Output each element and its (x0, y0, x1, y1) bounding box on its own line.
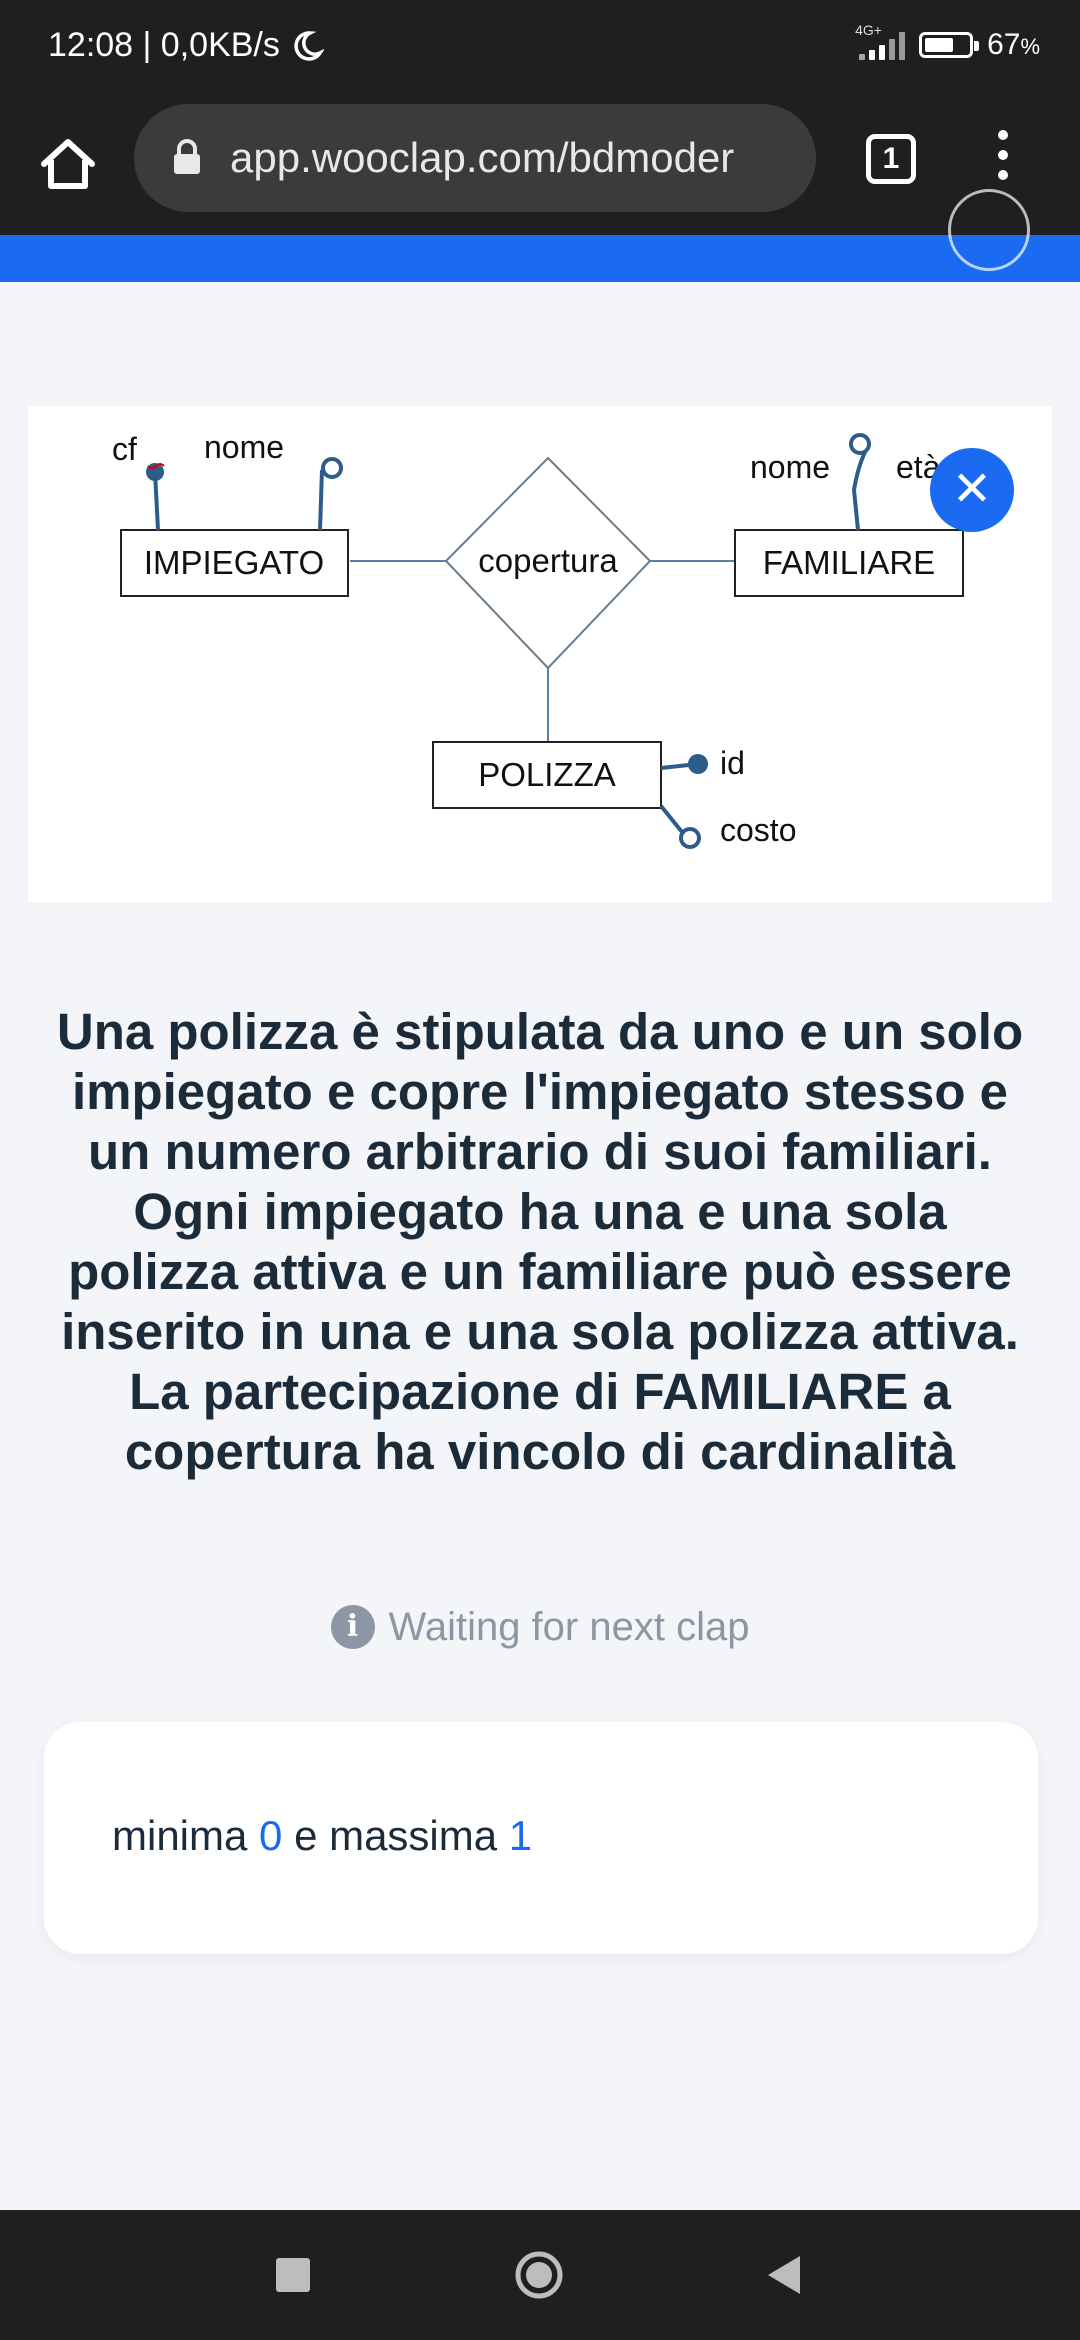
question-line: polizza attiva e un familiare può essere (68, 1243, 1012, 1300)
question-line: copertura ha vincolo di cardinalità (124, 1423, 956, 1480)
attribute-id: id (720, 745, 745, 781)
question-line: un numero arbitrario di suoi familiari. (88, 1123, 992, 1180)
tab-switcher-button[interactable]: 1 (866, 134, 916, 184)
question-line: Ogni impiegato ha una e una sola (133, 1183, 947, 1240)
question-line: impiegato e copre l'impiegato stesso e (71, 1063, 1009, 1120)
attribute-cf: cf (112, 431, 137, 467)
status-left: 12:08 | 0,0KB/s (48, 26, 324, 65)
moon-icon (294, 30, 324, 61)
attribute-costo: costo (720, 812, 796, 848)
entity-familiare-label: FAMILIARE (763, 544, 935, 581)
info-icon: i (330, 1605, 375, 1650)
question-line: inserito in una e una sola polizza attiv… (61, 1303, 1019, 1360)
status-bar: 12:08 | 0,0KB/s 4G+ 67% (0, 0, 1080, 100)
status-time: 12:08 | 0,0KB/s (48, 26, 280, 64)
app-header-strip (0, 189, 1080, 282)
signal-icon: 4G+ (855, 22, 906, 60)
question-line: Una polizza è stipulata da uno e un solo (56, 1003, 1024, 1060)
relationship-label: copertura (478, 542, 618, 579)
answer-option-card[interactable]: minima 0 e massima 1 (44, 1722, 1038, 1954)
attribute-nome-familiare: nome (750, 449, 830, 485)
battery-icon (919, 32, 980, 58)
status-right: 4G+ 67% (855, 22, 1040, 62)
question-line: La partecipazione di FAMILIARE a (129, 1363, 951, 1420)
answer-prefix: minima (112, 1812, 248, 1859)
overflow-menu-icon[interactable] (990, 130, 1016, 190)
waiting-text: Waiting for next clap (388, 1604, 750, 1649)
close-icon[interactable]: ✕ (930, 448, 1014, 532)
home-nav-icon[interactable] (514, 2250, 564, 2300)
question-text: Una polizza è stipulata da uno e un solo… (20, 1002, 1060, 1482)
network-type: 4G+ (855, 22, 882, 38)
battery-percent: 67% (987, 28, 1040, 61)
recents-icon[interactable] (276, 2258, 310, 2292)
answer-text: minima 0 e massima 1 (112, 1812, 532, 1860)
address-bar[interactable]: app.wooclap.com/bdmoder (134, 104, 816, 212)
waiting-status: i Waiting for next clap (0, 1603, 1080, 1650)
home-icon[interactable] (36, 132, 100, 196)
entity-impiegato-label: IMPIEGATO (144, 544, 324, 581)
er-diagram: copertura IMPIEGATO FAMILIARE POLIZZA cf… (112, 429, 964, 849)
back-icon[interactable] (764, 2254, 804, 2296)
answer-middle: e massima (294, 1812, 498, 1859)
header-avatar[interactable] (948, 189, 1030, 271)
lock-icon (174, 139, 200, 174)
answer-min-value: 0 (259, 1812, 283, 1859)
browser-toolbar: app.wooclap.com/bdmoder 1 (0, 100, 1080, 235)
answer-max-value: 1 (508, 1812, 533, 1859)
er-diagram-image: copertura IMPIEGATO FAMILIARE POLIZZA cf… (28, 406, 1052, 902)
url-text: app.wooclap.com/bdmoder (230, 134, 735, 181)
entity-polizza-label: POLIZZA (478, 756, 616, 793)
attribute-nome-impiegato: nome (204, 429, 284, 465)
navigation-bar (0, 2210, 1080, 2340)
